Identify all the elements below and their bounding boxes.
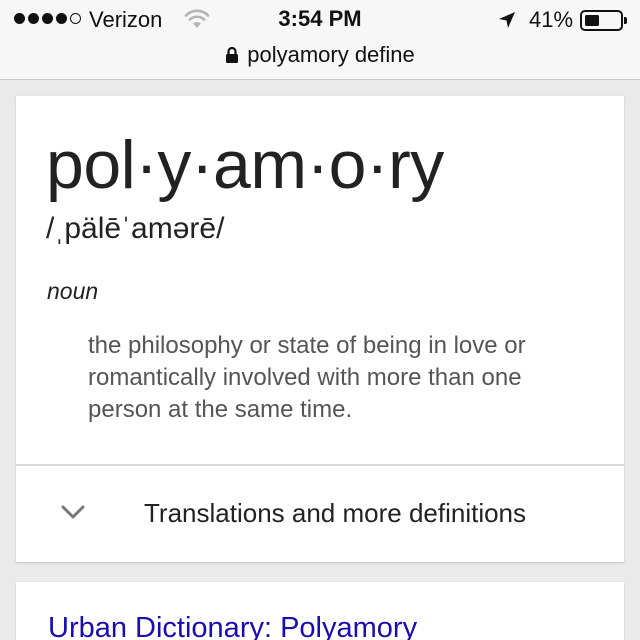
- address-bar-query[interactable]: polyamory define: [247, 42, 415, 68]
- battery-level-fill: [585, 15, 599, 26]
- address-bar[interactable]: polyamory define: [0, 40, 640, 70]
- chevron-down-icon: [60, 504, 86, 525]
- status-bar: Verizon 3:54 PM 41%: [0, 0, 640, 40]
- pronunciation: /ˌpälēˈamərē/: [46, 212, 225, 245]
- definition-text: the philosophy or state of being in love…: [88, 332, 526, 423]
- browser-top-bar: Verizon 3:54 PM 41% polyamory define: [0, 0, 640, 80]
- headword: pol·y·am·o·ry: [46, 127, 444, 203]
- battery-tip: [624, 17, 627, 24]
- location-arrow-icon: [497, 10, 517, 35]
- lock-icon: [225, 46, 239, 64]
- more-definitions-label: Translations and more definitions: [144, 498, 527, 528]
- battery-body: [580, 10, 623, 31]
- more-definitions-button[interactable]: Translations and more definitions: [16, 466, 624, 562]
- definition-card: pol·y·am·o·ry /ˌpälēˈamərē/ noun the phi…: [16, 96, 624, 562]
- battery-icon: [580, 10, 628, 31]
- search-result-card: Urban Dictionary: Polyamory: [16, 582, 624, 640]
- battery-percentage: 41%: [529, 7, 574, 32]
- part-of-speech: noun: [47, 278, 99, 304]
- search-result-title-link[interactable]: Urban Dictionary: Polyamory: [48, 612, 417, 640]
